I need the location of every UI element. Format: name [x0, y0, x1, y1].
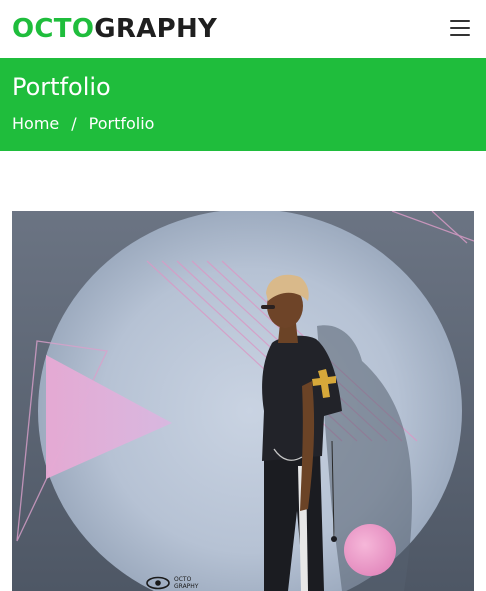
portfolio-page: OCTOGRAPHY Portfolio Home / Portfolio OC… [0, 0, 486, 591]
top-navbar: OCTOGRAPHY [0, 0, 486, 58]
breadcrumb-current: Portfolio [88, 114, 155, 133]
portfolio-photo[interactable]: OCTO GRAPHY [12, 211, 474, 591]
watermark-line-2: GRAPHY [174, 583, 199, 590]
page-title: Portfolio [12, 73, 111, 101]
breadcrumb-separator: / [71, 114, 77, 133]
menu-line [450, 34, 470, 36]
menu-line [450, 20, 470, 22]
pink-orb [344, 524, 396, 576]
page-header-banner: Portfolio Home / Portfolio [0, 58, 486, 151]
brand-logo[interactable]: OCTOGRAPHY [12, 13, 217, 45]
portfolio-photo-art: OCTO GRAPHY [12, 211, 474, 591]
breadcrumb: Home / Portfolio [12, 114, 154, 134]
watermark-line-1: OCTO [174, 576, 192, 583]
breadcrumb-home-link[interactable]: Home [12, 114, 59, 133]
hamburger-menu-icon[interactable] [450, 19, 470, 37]
menu-line [450, 27, 470, 29]
brand-accent-text: OCTO [12, 14, 95, 44]
brand-rest-text: GRAPHY [94, 14, 218, 44]
figure-glasses [261, 305, 275, 309]
